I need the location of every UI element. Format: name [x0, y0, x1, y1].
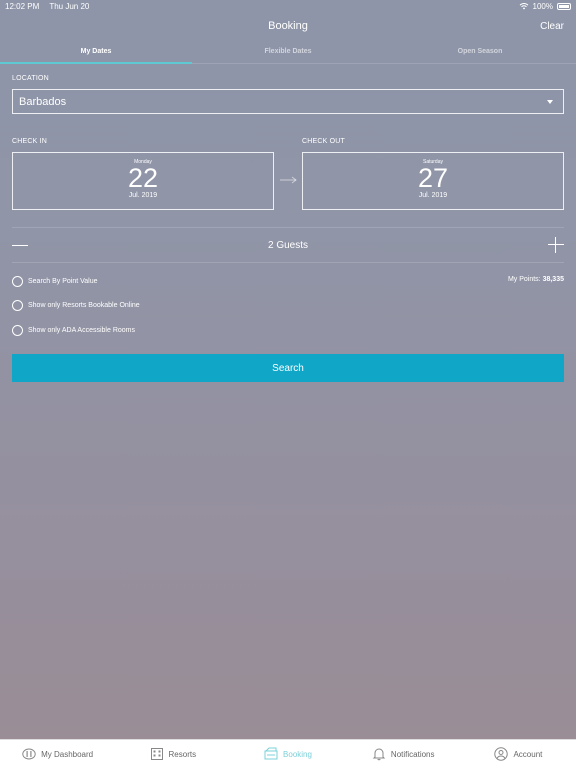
guests-stepper: 2 Guests	[12, 227, 564, 263]
points-label: My Points:	[507, 276, 541, 283]
tabbar-label: Booking	[283, 749, 312, 759]
points-value: 38,335	[542, 276, 564, 283]
navigation-bar: Booking Clear	[0, 14, 576, 38]
tabbar-item-account[interactable]: Account	[461, 740, 576, 768]
tabbar-item-booking[interactable]: Booking	[230, 740, 345, 768]
location-value: Barbados	[19, 95, 67, 108]
check-out-label: CHECK OUT	[302, 138, 346, 145]
tabbar-item-dashboard[interactable]: My Dashboard	[0, 740, 115, 768]
status-time: 12:02 PM	[5, 1, 40, 11]
tabbar-label: Resorts	[168, 749, 197, 759]
tabbar-item-resorts[interactable]: Resorts	[115, 740, 230, 768]
tabbar-label: Account	[513, 749, 543, 759]
radio-icon[interactable]	[12, 299, 23, 311]
option-label: Search By Point Value	[28, 277, 98, 285]
radio-icon[interactable]	[12, 324, 23, 336]
check-out-date-picker[interactable]: Saturday 27 Jul. 2019	[302, 152, 564, 210]
check-out-month-year: Jul. 2019	[418, 192, 448, 199]
location-label: LOCATION	[12, 75, 49, 82]
increase-guests-button[interactable]	[548, 237, 564, 253]
dashboard-icon	[22, 748, 36, 760]
status-date: Thu Jun 20	[49, 1, 90, 11]
check-in-date-picker[interactable]: Monday 22 Jul. 2019	[12, 152, 274, 210]
battery-percent: 100%	[532, 1, 553, 11]
ada-accessible-option[interactable]: Show only ADA Accessible Rooms	[12, 324, 135, 336]
search-button[interactable]: Search	[12, 354, 564, 382]
location-select[interactable]: Barbados	[12, 89, 564, 114]
battery-icon	[557, 2, 571, 10]
check-in-month-year: Jul. 2019	[128, 192, 158, 199]
search-by-point-value-option[interactable]: Search By Point Value	[12, 275, 98, 287]
chevron-down-icon	[547, 100, 553, 104]
date-mode-tabs: My Dates Flexible Dates Open Season	[0, 40, 576, 64]
tabbar-item-notifications[interactable]: Notifications	[346, 740, 461, 768]
check-in-day: 22	[127, 163, 159, 193]
building-icon	[150, 748, 163, 760]
bottom-tab-bar: My Dashboard Resorts Booking Notificatio…	[0, 739, 576, 768]
option-label: Show only Resorts Bookable Online	[28, 301, 140, 309]
clear-button[interactable]: Clear	[540, 21, 564, 32]
tab-open-season[interactable]: Open Season	[384, 40, 576, 63]
tab-flexible-dates[interactable]: Flexible Dates	[192, 40, 384, 63]
tabbar-label: Notifications	[390, 749, 435, 759]
page-title: Booking	[268, 20, 308, 32]
status-bar: 12:02 PM Thu Jun 20 100%	[0, 0, 576, 12]
my-points: My Points: 38,335	[508, 276, 564, 283]
guests-count: 2 Guests	[267, 239, 309, 251]
bookable-online-option[interactable]: Show only Resorts Bookable Online	[12, 299, 140, 311]
check-in-label: CHECK IN	[12, 138, 48, 145]
tabbar-label: My Dashboard	[41, 749, 94, 759]
user-icon	[494, 747, 509, 761]
booking-icon	[264, 747, 278, 760]
radio-icon[interactable]	[12, 275, 23, 287]
decrease-guests-button[interactable]	[12, 245, 28, 246]
wifi-icon	[519, 3, 528, 10]
arrow-right-icon	[280, 176, 297, 184]
bell-icon	[372, 748, 386, 761]
tab-my-dates[interactable]: My Dates	[0, 40, 192, 64]
option-label: Show only ADA Accessible Rooms	[28, 326, 135, 334]
check-out-day: 27	[417, 163, 449, 193]
